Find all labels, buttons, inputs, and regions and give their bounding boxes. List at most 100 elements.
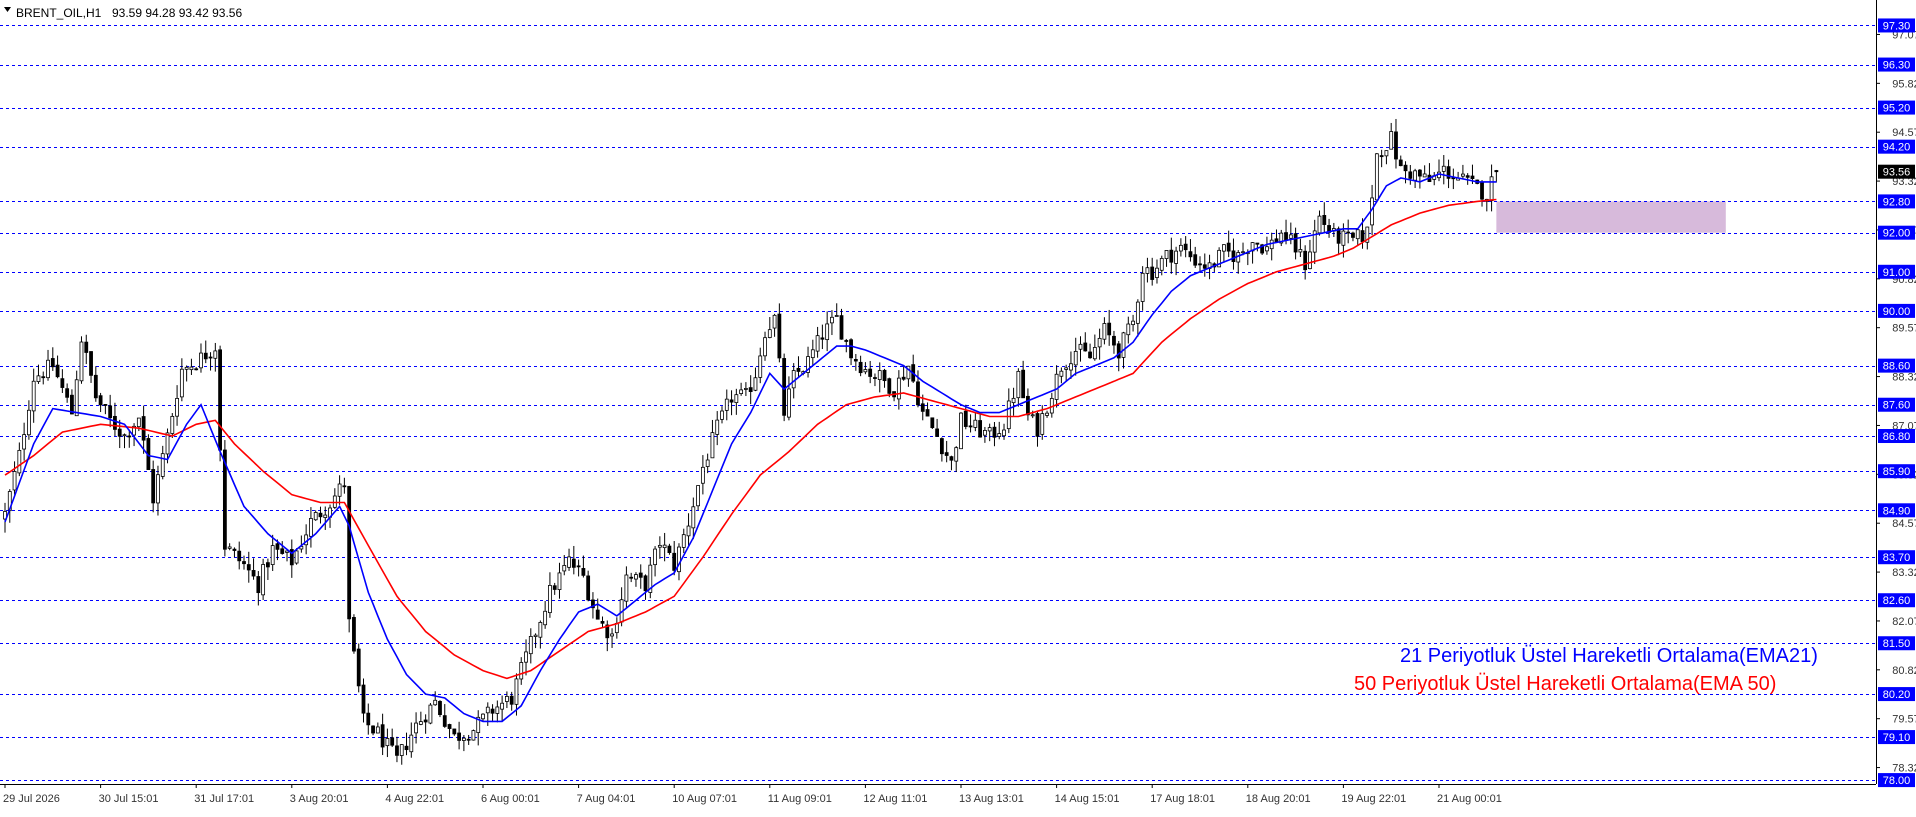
candle [1351, 231, 1355, 242]
candle-body-down [1351, 232, 1355, 238]
candle-body-up [485, 706, 490, 714]
level-tag-label: 94.20 [1883, 142, 1911, 154]
candle [634, 572, 638, 587]
candle [562, 555, 567, 576]
candle-body-down [452, 728, 457, 735]
candle [605, 620, 610, 652]
candle-body-down [1274, 238, 1279, 243]
candle-body-up [1422, 173, 1427, 178]
candle-body-up [610, 633, 614, 637]
time-axis[interactable]: 29 Jul 2026 30 Jul 15:01 31 Jul 17:01 3 Aug… [3, 784, 1502, 805]
candle [108, 394, 113, 428]
candle-body-down [849, 339, 853, 359]
candle-body-up [1140, 272, 1145, 302]
candle-body-up [662, 544, 667, 549]
candle-body-up [624, 574, 629, 602]
candle [404, 732, 409, 756]
candle-body-up [495, 706, 500, 714]
candle-body-down [1417, 169, 1422, 177]
candle-body-down [509, 695, 514, 705]
candle-body-up [724, 398, 729, 411]
candle-body-down [117, 428, 122, 437]
candle [586, 570, 591, 602]
candle-body-up [409, 734, 414, 753]
candle-body-up [136, 417, 141, 428]
candle-body-up [834, 315, 839, 317]
candle [643, 574, 648, 600]
candle-body-down [127, 435, 132, 438]
chart-area[interactable]: 97.0795.8294.5793.3292.0790.8289.5788.32… [0, 0, 1916, 812]
candle-body-up [700, 466, 705, 484]
candle [720, 406, 724, 424]
candle-body-down [108, 405, 113, 419]
candle-body-down [916, 381, 920, 406]
candle-body-down [242, 561, 246, 565]
candle [1422, 165, 1427, 178]
candle [935, 418, 939, 437]
candle-body-down [901, 376, 906, 380]
candle-body-up [1413, 170, 1417, 181]
candle [763, 331, 767, 361]
candle [1011, 387, 1016, 416]
candle-body-down [1480, 181, 1484, 200]
candle-body-up [710, 432, 715, 459]
candle [352, 614, 356, 654]
candle-body-down [203, 352, 208, 360]
candle-body-down [581, 568, 586, 576]
candle-body-down [1346, 231, 1351, 234]
candle-body-down [1322, 215, 1327, 225]
candle [471, 729, 476, 741]
candle [1045, 410, 1049, 418]
candle [1155, 259, 1159, 284]
candle [1265, 236, 1269, 255]
level-tag-label: 96.30 [1883, 60, 1911, 72]
candle-body-up [270, 545, 275, 566]
candle-body-down [1026, 395, 1030, 416]
candle [50, 347, 55, 371]
candle-body-up [1145, 267, 1150, 274]
candle-body-down [246, 564, 251, 571]
legend-ema21: 21 Periyotluk Üstel Hareketli Ortalama(E… [1400, 645, 1818, 667]
candle [1236, 250, 1241, 274]
candle [390, 728, 395, 748]
candle [614, 617, 619, 639]
candle [834, 303, 839, 317]
candle [1083, 332, 1088, 352]
candle [806, 346, 810, 378]
time-tick-label: 13 Aug 13:01 [959, 793, 1024, 805]
candle [581, 555, 586, 578]
candle-body-down [265, 562, 270, 568]
candle-body-down [844, 340, 849, 342]
dropdown-triangle-icon[interactable] [4, 7, 11, 12]
candle [1178, 238, 1183, 257]
candle-body-up [1374, 153, 1379, 201]
candle-body-up [562, 565, 567, 572]
candle-body-up [79, 341, 84, 382]
level-tag-label: 92.00 [1883, 228, 1911, 240]
candle-body-up [959, 412, 963, 450]
price-tick-label: 80.82 [1892, 665, 1916, 677]
candle [342, 477, 347, 494]
candle [1126, 316, 1131, 344]
price-chart[interactable]: 97.0795.8294.5793.3292.0790.8289.5788.32… [0, 0, 1916, 812]
candle-body-down [1403, 164, 1408, 172]
candle-body-down [853, 359, 858, 362]
candle [1398, 155, 1403, 167]
candle-body-up [1441, 165, 1446, 172]
candle-body-down [672, 552, 677, 571]
candle [1188, 239, 1193, 262]
candle [629, 572, 634, 583]
candle-body-up [46, 359, 50, 379]
level-tag-label: 82.60 [1883, 595, 1911, 607]
candle [1131, 314, 1135, 332]
candle [1169, 237, 1174, 274]
candle-body-up [461, 737, 466, 741]
candle-body-up [175, 398, 179, 417]
candle [959, 412, 963, 450]
candle-body-up [1222, 244, 1226, 252]
candle [1346, 219, 1351, 244]
candle [1064, 364, 1069, 382]
price-axis[interactable]: 97.0795.8294.5793.3292.0790.8289.5788.32… [1876, 18, 1916, 788]
candle-body-up [227, 546, 232, 549]
candle-body-up [696, 485, 700, 507]
